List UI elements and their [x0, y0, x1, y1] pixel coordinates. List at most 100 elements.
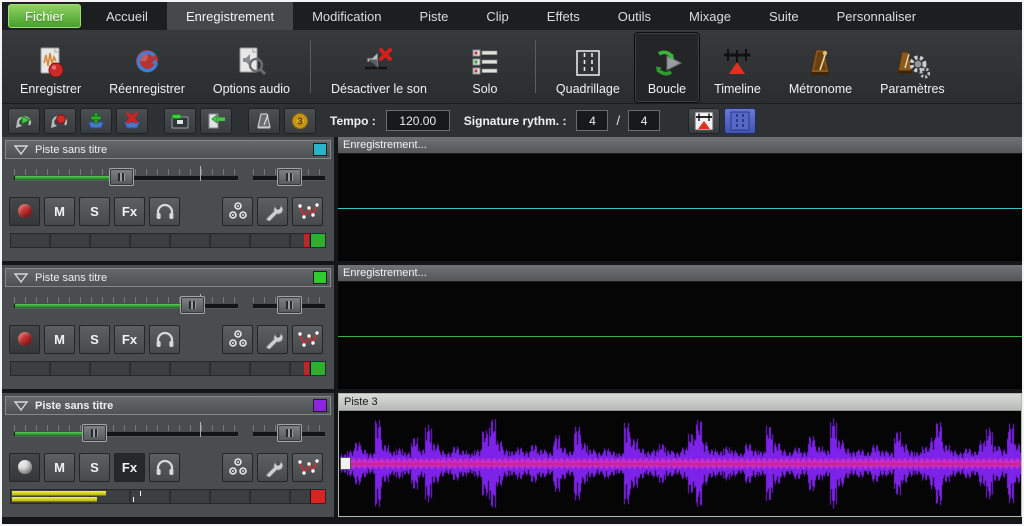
fx-button[interactable]: Fx — [114, 324, 145, 354]
signature-denominator-input[interactable] — [628, 110, 661, 131]
solo-track-button[interactable]: S — [79, 196, 110, 226]
level-meter — [10, 489, 326, 504]
pan-slider-handle[interactable] — [277, 424, 303, 442]
pan-slider[interactable] — [253, 422, 325, 444]
delete-track-icon — [123, 111, 141, 128]
collapse-triangle-icon[interactable] — [13, 144, 29, 156]
metronome-button[interactable]: Métronome — [775, 32, 866, 103]
solo-button[interactable]: Solo — [441, 32, 529, 103]
track-tools-button[interactable] — [257, 196, 288, 226]
audio-options-button[interactable]: Options audio — [199, 32, 304, 103]
mixer-route-button[interactable] — [222, 324, 253, 354]
loop-play-button[interactable] — [8, 107, 40, 134]
clip-body[interactable] — [339, 411, 1021, 516]
fx-button[interactable]: Fx — [114, 452, 145, 482]
add-track-button[interactable] — [80, 107, 112, 134]
volume-slider-handle[interactable] — [108, 168, 134, 186]
pan-slider[interactable] — [253, 294, 325, 316]
signature-numerator-input[interactable] — [576, 110, 609, 131]
fx-button[interactable]: Fx — [114, 196, 145, 226]
track-color-chip[interactable] — [313, 143, 327, 156]
transport-bar: 3 Tempo : Signature rythm. : / — [2, 103, 1022, 137]
menu-accueil[interactable]: Accueil — [87, 2, 167, 30]
clip-lane-2[interactable]: Enregistrement... — [338, 265, 1022, 389]
grid-toggle-icon — [730, 111, 750, 130]
menubar: Fichier Accueil Enregistrement Modificat… — [2, 2, 1022, 30]
pan-slider-handle[interactable] — [277, 168, 303, 186]
mute-track-button[interactable]: M — [44, 452, 75, 482]
track-header[interactable]: Piste sans titre — [5, 140, 331, 159]
tempo-input[interactable] — [385, 110, 450, 131]
clip-body[interactable] — [338, 154, 1022, 261]
clip-lane-1[interactable]: Enregistrement... — [338, 137, 1022, 261]
track-tools-button[interactable] — [257, 452, 288, 482]
headphones-button[interactable] — [149, 452, 180, 482]
arm-record-button[interactable] — [9, 324, 40, 354]
menu-enregistrement[interactable]: Enregistrement — [166, 2, 294, 30]
menu-fichier[interactable]: Fichier — [8, 4, 82, 28]
mute-speaker-icon — [361, 44, 397, 82]
timeline-button[interactable]: Timeline — [700, 32, 775, 103]
track-header[interactable]: Piste sans titre — [5, 268, 331, 287]
menu-modification[interactable]: Modification — [293, 2, 400, 30]
timeline-toggle-button[interactable] — [688, 107, 721, 134]
automation-button[interactable] — [292, 452, 323, 482]
mute-button[interactable]: Désactiver le son — [317, 32, 441, 103]
loop-record-button[interactable] — [44, 107, 76, 134]
mute-track-button[interactable]: M — [44, 196, 75, 226]
track-header[interactable]: Piste sans titre — [5, 396, 331, 415]
volume-slider-handle[interactable] — [81, 424, 107, 442]
collapse-triangle-icon[interactable] — [13, 272, 29, 284]
solo-track-button[interactable]: S — [79, 324, 110, 354]
track-color-chip[interactable] — [313, 271, 327, 284]
grid-toggle-button[interactable] — [724, 107, 757, 134]
arm-record-button[interactable] — [9, 452, 40, 482]
menu-clip[interactable]: Clip — [467, 2, 527, 30]
rerecord-button[interactable]: Réenregistrer — [95, 32, 199, 103]
record-dot-icon — [17, 332, 32, 346]
metronome-toggle-button[interactable] — [248, 107, 280, 134]
track-tools-button[interactable] — [257, 324, 288, 354]
mixer-route-button[interactable] — [222, 452, 253, 482]
open-project-button[interactable] — [164, 107, 196, 134]
mixer-nodes-icon — [228, 202, 247, 219]
pan-slider-handle[interactable] — [277, 296, 303, 314]
level-meter — [10, 233, 326, 248]
clip-drag-handle[interactable] — [340, 456, 351, 470]
delete-track-button[interactable] — [116, 107, 148, 134]
arm-record-button[interactable] — [9, 196, 40, 226]
volume-slider[interactable] — [14, 422, 238, 444]
mixer-route-button[interactable] — [222, 196, 253, 226]
solo-track-button[interactable]: S — [79, 452, 110, 482]
metronome-toggle-icon — [257, 112, 271, 128]
headphones-button[interactable] — [149, 196, 180, 226]
collapse-triangle-icon[interactable] — [13, 400, 29, 412]
volume-slider[interactable] — [14, 166, 238, 188]
import-file-button[interactable] — [200, 107, 232, 134]
menu-effets[interactable]: Effets — [528, 2, 599, 30]
workspace: Piste sans titre M S Fx Piste sans titre… — [2, 137, 1022, 524]
sync-button[interactable]: 3 — [284, 107, 316, 134]
menu-outils[interactable]: Outils — [599, 2, 670, 30]
volume-slider-handle[interactable] — [180, 296, 206, 314]
clip-body[interactable] — [338, 282, 1022, 389]
menu-mixage[interactable]: Mixage — [670, 2, 750, 30]
automation-button[interactable] — [292, 324, 323, 354]
pan-slider[interactable] — [253, 166, 325, 188]
audio-waveform[interactable] — [339, 411, 1021, 516]
menu-personnaliser[interactable]: Personnaliser — [818, 2, 936, 30]
menu-suite[interactable]: Suite — [750, 2, 818, 30]
solo-tracks-icon — [468, 44, 502, 82]
quadrillage-button[interactable]: Quadrillage — [542, 32, 634, 103]
mute-track-button[interactable]: M — [44, 324, 75, 354]
sync-coin-icon: 3 — [291, 112, 309, 129]
volume-slider[interactable] — [14, 294, 238, 316]
boucle-button[interactable]: Boucle — [633, 32, 701, 103]
automation-button[interactable] — [292, 196, 323, 226]
parametres-button[interactable]: Paramètres — [866, 32, 959, 103]
track-color-chip[interactable] — [313, 399, 327, 412]
menu-piste[interactable]: Piste — [400, 2, 467, 30]
clip-lane-3[interactable]: Piste 3 — [338, 393, 1022, 517]
record-button[interactable]: Enregistrer — [6, 32, 95, 103]
headphones-button[interactable] — [149, 324, 180, 354]
